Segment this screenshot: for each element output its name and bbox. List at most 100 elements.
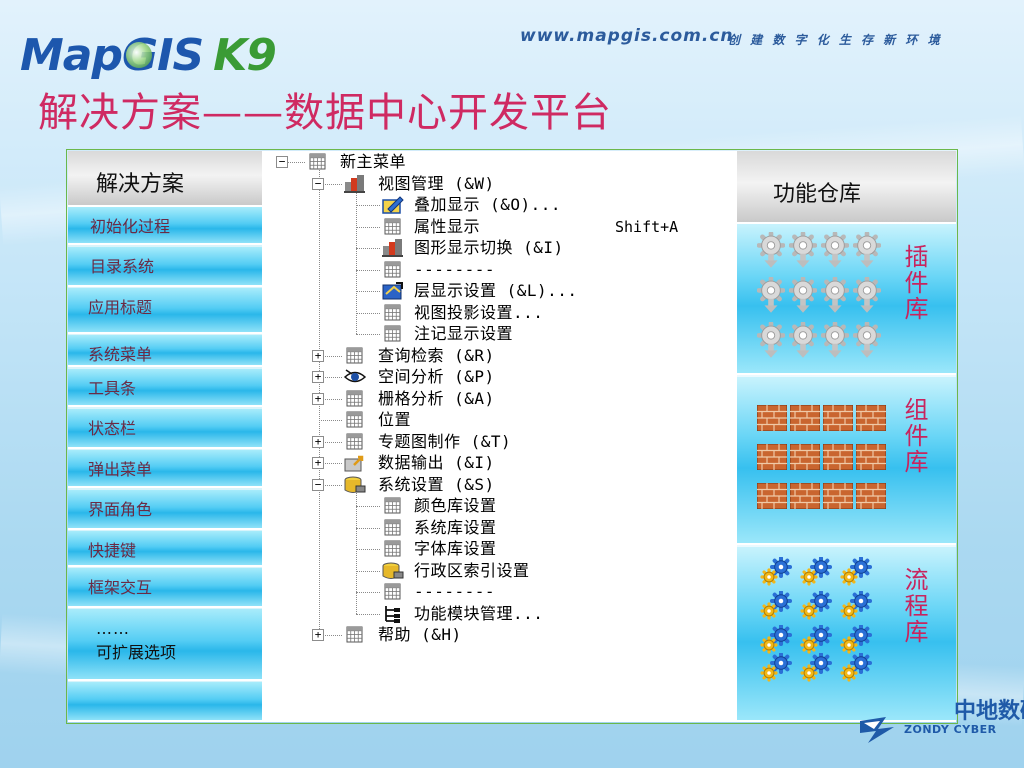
solution-item[interactable]: 界面角色 [68, 490, 262, 530]
gear-icon[interactable] [820, 230, 853, 277]
solution-item[interactable]: 框架交互 [68, 568, 262, 608]
tree-node[interactable]: 层显示设置 (&L)... [262, 281, 737, 301]
gear-icon[interactable] [788, 275, 821, 322]
tree-node[interactable]: + 空间分析 (&P) [262, 367, 737, 387]
expand-toggle-icon[interactable]: + [312, 629, 324, 641]
tree-node-label: 帮助 (&H) [378, 625, 462, 644]
tree-node[interactable]: 视图投影设置... [262, 303, 737, 323]
tree-node[interactable]: − 系统设置 (&S) [262, 475, 737, 495]
brick-icon[interactable] [822, 443, 856, 483]
repository-header: 功能仓库 [737, 151, 956, 224]
tree-node[interactable]: 属性显示 Shift+A [262, 217, 737, 237]
tree-node-label: 系统库设置 [414, 517, 497, 537]
tree-node[interactable]: 注记显示设置 [262, 324, 737, 344]
collapse-toggle-icon[interactable]: − [312, 177, 324, 190]
repository-section[interactable]: 插件库 [737, 224, 956, 375]
tree-node-label: 颜色库设置 [414, 496, 497, 515]
tree-node[interactable]: 系统库设置 [262, 518, 737, 538]
tree-node[interactable]: 图形显示切换 (&I) [262, 238, 737, 258]
gear-pair-icon[interactable] [799, 589, 839, 625]
solution-item[interactable] [68, 682, 262, 722]
gear-icon[interactable] [820, 320, 853, 367]
tree-node[interactable]: 位置 [262, 410, 737, 430]
brick-icon[interactable] [822, 482, 856, 522]
solution-item[interactable]: 系统菜单 [68, 335, 262, 367]
solution-item[interactable]: 应用标题 [68, 288, 262, 334]
brick-icon[interactable] [855, 482, 889, 522]
gear-icon[interactable] [788, 230, 821, 277]
expand-toggle-icon[interactable]: + [312, 371, 324, 383]
solution-item[interactable]: …… 可扩展选项 [68, 609, 262, 681]
gear-pair-icon[interactable] [799, 651, 839, 693]
tree-node-label: 位置 [378, 410, 412, 429]
module-tree-icon [382, 604, 404, 624]
tree-node[interactable]: + 栅格分析 (&A) [262, 389, 737, 409]
gear-icon[interactable] [756, 230, 789, 277]
repository-section[interactable]: 组件库 [737, 377, 956, 545]
solution-item[interactable]: 状态栏 [68, 409, 262, 449]
expand-toggle-icon[interactable]: + [312, 435, 324, 448]
gear-pair-icon[interactable] [839, 555, 879, 591]
gear-icon[interactable] [756, 320, 789, 367]
tree-node[interactable]: 颜色库设置 [262, 496, 737, 516]
brick-icon[interactable] [756, 443, 790, 483]
expand-toggle-icon[interactable]: + [312, 349, 324, 362]
solution-item-subtext: 可扩展选项 [96, 643, 177, 662]
tree-node-label: 属性显示 [414, 216, 481, 236]
gear-pair-icon[interactable] [839, 589, 879, 625]
gear-icon[interactable] [852, 230, 885, 277]
gear-icon[interactable] [852, 275, 885, 322]
solution-item[interactable]: 弹出菜单 [68, 450, 262, 488]
website-url[interactable]: www.mapgis.com.cn [520, 26, 734, 46]
grid-icon [344, 389, 366, 409]
tree-node-label: 视图投影设置... [414, 302, 544, 322]
tree-node[interactable]: 行政区索引设置 [262, 561, 737, 581]
solution-item[interactable]: 初始化过程 [68, 207, 262, 245]
tree-node[interactable]: 字体库设置 [262, 539, 737, 559]
tree-node[interactable]: + 查询检索 (&R) [262, 346, 737, 366]
gear-pair-icon[interactable] [799, 555, 839, 591]
gear-pair-icon[interactable] [839, 651, 879, 693]
tree-node[interactable]: + 专题图制作 (&T) [262, 432, 737, 452]
brick-icon[interactable] [756, 404, 790, 444]
database-icon [382, 561, 404, 581]
gear-pair-icon[interactable] [759, 651, 799, 693]
tree-node[interactable]: + 数据输出 (&I) [262, 453, 737, 473]
grid-icon [382, 496, 404, 516]
repository-icon-grid [756, 230, 897, 367]
expand-toggle-icon[interactable]: + [312, 392, 324, 405]
gear-pair-icon[interactable] [759, 555, 799, 591]
database-icon [344, 475, 366, 495]
tree-node-label: 图形显示切换 (&I) [414, 238, 564, 257]
brick-icon[interactable] [789, 404, 823, 444]
collapse-toggle-icon[interactable]: − [276, 156, 288, 168]
tree-node[interactable]: − 视图管理 (&W) [262, 174, 737, 194]
gear-icon[interactable] [820, 275, 853, 322]
solution-item[interactable]: 工具条 [68, 369, 262, 407]
collapse-toggle-icon[interactable]: − [312, 478, 324, 491]
brick-icon[interactable] [789, 482, 823, 522]
brick-icon[interactable] [855, 443, 889, 483]
tree-node[interactable]: 功能模块管理... [262, 604, 737, 624]
gear-icon[interactable] [852, 320, 885, 367]
tree-node[interactable]: − 新主菜单 [262, 152, 737, 172]
tree-node[interactable]: 叠加显示 (&O)... [262, 195, 737, 215]
brick-icon[interactable] [756, 482, 790, 522]
gear-pair-icon[interactable] [759, 589, 799, 625]
tree-node[interactable]: + 帮助 (&H) [262, 625, 737, 645]
grid-icon [382, 303, 404, 323]
bars-icon [382, 238, 404, 258]
brick-icon[interactable] [789, 443, 823, 483]
gear-icon[interactable] [756, 275, 789, 322]
tree-node[interactable]: -------- [262, 260, 737, 280]
grid-icon [344, 625, 366, 645]
solution-item[interactable]: 目录系统 [68, 247, 262, 287]
brick-icon[interactable] [822, 404, 856, 444]
globe-icon [125, 42, 152, 68]
tree-node[interactable]: -------- [262, 582, 737, 602]
grid-icon [382, 582, 404, 602]
gear-icon[interactable] [788, 320, 821, 367]
solution-item[interactable]: 快捷键 [68, 531, 262, 567]
brick-icon[interactable] [855, 404, 889, 444]
expand-toggle-icon[interactable]: + [312, 457, 324, 469]
